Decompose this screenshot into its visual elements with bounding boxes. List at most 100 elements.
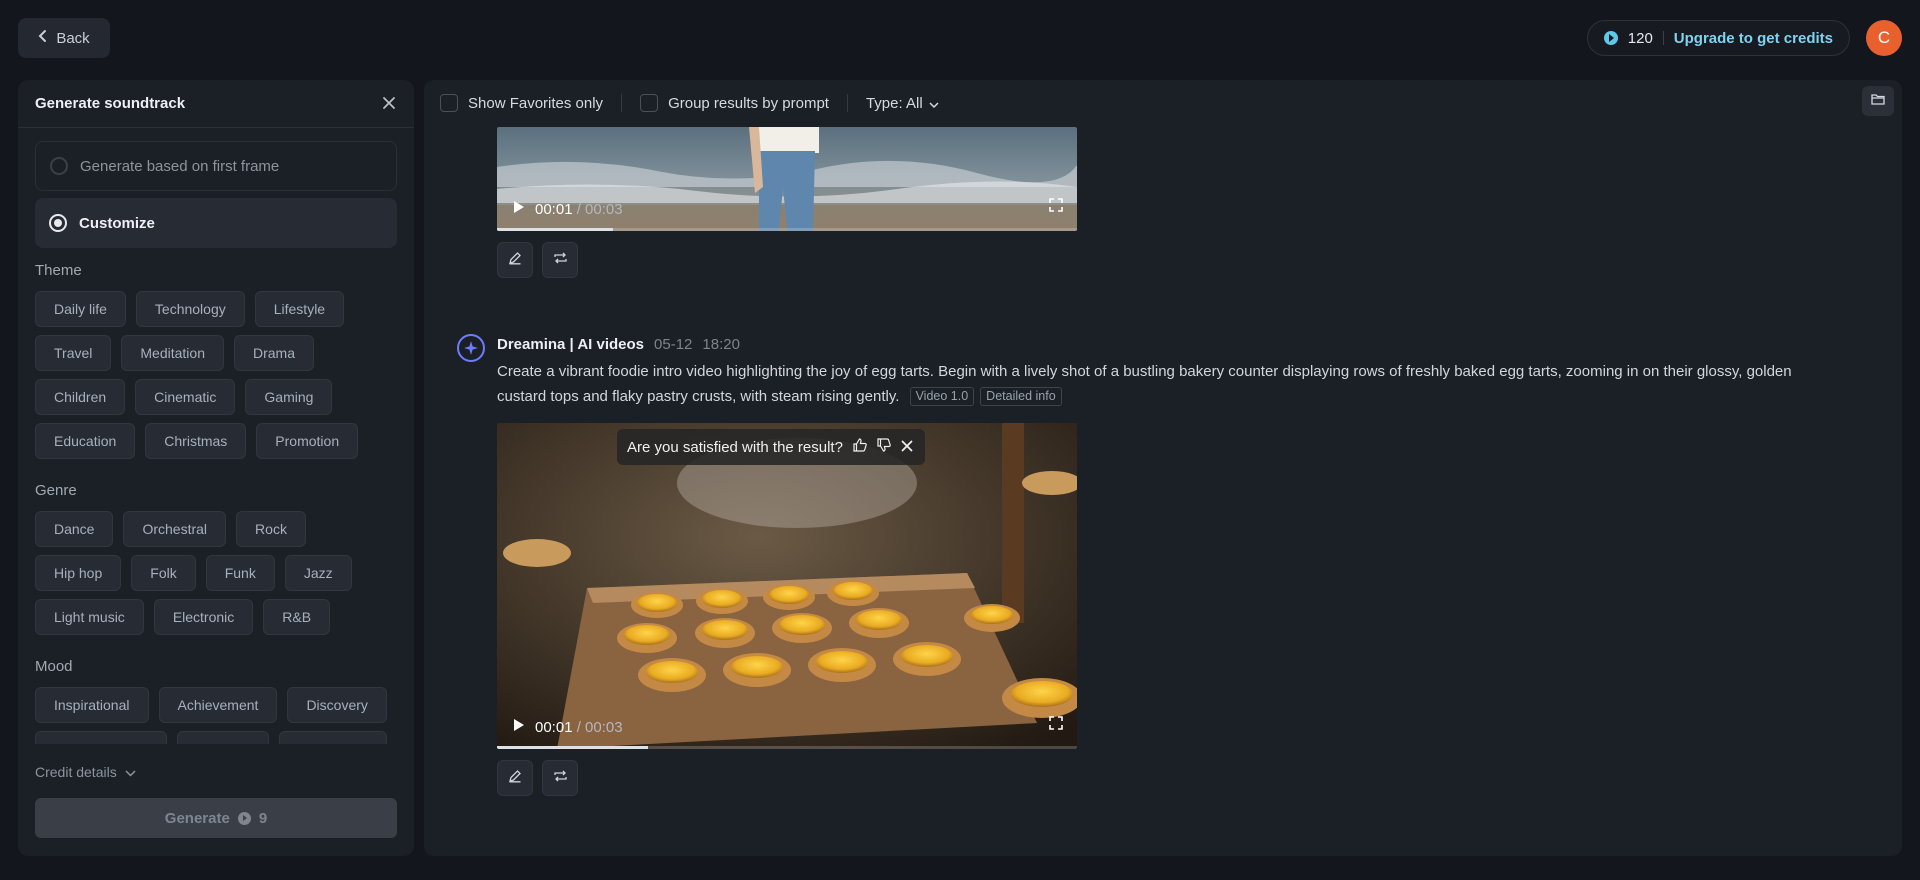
chevron-down-icon xyxy=(125,764,136,780)
chip-discovery[interactable]: Discovery xyxy=(287,687,387,723)
sparkle-icon xyxy=(464,341,478,355)
checkbox[interactable] xyxy=(440,94,458,112)
theme-label: Theme xyxy=(35,262,82,279)
play-icon[interactable] xyxy=(513,200,525,218)
video-progress-bar[interactable] xyxy=(497,746,1077,749)
mood-chips-row: Inspirational Achievement Discovery xyxy=(35,687,387,723)
feedback-question: Are you satisfied with the result? xyxy=(627,438,843,456)
option-first-frame[interactable]: Generate based on first frame xyxy=(35,141,397,191)
panel-header: Generate soundtrack xyxy=(18,80,414,128)
chip-children[interactable]: Children xyxy=(35,379,126,415)
chip-funk[interactable]: Funk xyxy=(205,555,275,591)
credits-pill[interactable]: 120 Upgrade to get credits xyxy=(1586,20,1850,56)
group-label: Group results by prompt xyxy=(668,94,829,112)
time-total: / 00:03 xyxy=(576,718,623,736)
thumbs-up-icon[interactable] xyxy=(853,438,867,456)
edit-button[interactable] xyxy=(497,242,533,278)
chip-technology[interactable]: Technology xyxy=(135,291,245,327)
theme-chips-row: Travel Meditation Drama xyxy=(35,335,314,371)
theme-chips-row: Children Cinematic Gaming xyxy=(35,379,333,415)
chip-electronic[interactable]: Electronic xyxy=(153,599,254,635)
chip-folk[interactable]: Folk xyxy=(131,555,196,591)
message-time: 18:20 xyxy=(702,336,740,353)
message-header: Dreamina | AI videos 05-12 18:20 xyxy=(497,336,740,353)
video-progress-fill xyxy=(497,746,648,749)
checkbox[interactable] xyxy=(640,94,659,112)
radio-button[interactable] xyxy=(50,157,68,175)
divider xyxy=(846,94,848,112)
credit-details-label: Credit details xyxy=(35,764,117,780)
favorites-label: Show Favorites only xyxy=(468,94,604,112)
close-icon[interactable] xyxy=(901,439,913,456)
genre-chips-row: Dance Orchestral Rock xyxy=(35,511,306,547)
chip-daily-life[interactable]: Daily life xyxy=(35,291,126,327)
time-current: 00:01 xyxy=(535,200,573,218)
folder-button[interactable] xyxy=(1862,86,1894,116)
credit-icon xyxy=(237,811,251,825)
fullscreen-icon[interactable] xyxy=(1049,198,1063,217)
results-panel: Show Favorites only Group results by pro… xyxy=(424,80,1902,856)
detailed-info-tag[interactable]: Detailed info xyxy=(980,387,1062,406)
video-player[interactable]: 00:01 / 00:03 xyxy=(497,127,1077,231)
mood-label: Mood xyxy=(35,658,73,675)
regenerate-button[interactable] xyxy=(542,242,578,278)
chevron-down-icon xyxy=(929,95,939,112)
fullscreen-icon[interactable] xyxy=(1049,716,1063,735)
chip-lifestyle[interactable]: Lifestyle xyxy=(254,291,345,327)
pencil-icon xyxy=(508,769,522,788)
chip-drama[interactable]: Drama xyxy=(233,335,314,371)
video-player[interactable]: Are you satisfied with the result? 00:01… xyxy=(497,423,1077,749)
time-total: / 00:03 xyxy=(576,200,623,218)
chip-gaming[interactable]: Gaming xyxy=(245,379,333,415)
chip-rock[interactable]: Rock xyxy=(236,511,306,547)
chip-travel[interactable]: Travel xyxy=(35,335,112,371)
close-icon[interactable] xyxy=(382,94,396,114)
group-filter[interactable]: Group results by prompt xyxy=(640,94,829,112)
generate-button[interactable]: Generate 9 xyxy=(35,798,397,838)
theme-chips-row: Daily life Technology Lifestyle xyxy=(35,291,345,327)
favorites-filter[interactable]: Show Favorites only xyxy=(440,94,603,112)
chip-promotion[interactable]: Promotion xyxy=(256,423,359,459)
back-label: Back xyxy=(56,29,90,47)
video-progress-bar[interactable] xyxy=(497,228,1077,231)
prompt-text: Create a vibrant foodie intro video high… xyxy=(497,363,1792,405)
soundtrack-panel: Generate soundtrack Generate based on fi… xyxy=(18,80,414,856)
prompt-text-block: Create a vibrant foodie intro video high… xyxy=(497,359,1837,409)
option-customize[interactable]: Customize xyxy=(35,198,397,248)
theme-chips-row: Education Christmas Promotion xyxy=(35,423,359,459)
chip-rnb[interactable]: R&B xyxy=(263,599,331,635)
chip-dance[interactable]: Dance xyxy=(35,511,114,547)
edit-button[interactable] xyxy=(497,760,533,796)
regenerate-button[interactable] xyxy=(542,760,578,796)
play-icon[interactable] xyxy=(513,718,525,736)
type-dropdown[interactable]: Type: All xyxy=(866,95,939,112)
dreamina-avatar xyxy=(457,334,485,362)
message-date: 05-12 xyxy=(654,336,693,353)
thumbs-down-icon[interactable] xyxy=(877,438,891,456)
video-thumbnail xyxy=(497,423,1077,749)
divider xyxy=(1662,31,1664,45)
genre-chips-row: Light music Electronic R&B xyxy=(35,599,331,635)
model-tag[interactable]: Video 1.0 xyxy=(909,387,975,406)
upgrade-link[interactable]: Upgrade to get credits xyxy=(1674,30,1833,47)
chip-light-music[interactable]: Light music xyxy=(35,599,144,635)
filter-bar: Show Favorites only Group results by pro… xyxy=(424,80,1902,126)
chip-meditation[interactable]: Meditation xyxy=(121,335,224,371)
user-avatar[interactable]: C xyxy=(1866,20,1902,56)
chip-education[interactable]: Education xyxy=(35,423,136,459)
chip-jazz[interactable]: Jazz xyxy=(284,555,352,591)
credit-count: 120 xyxy=(1627,29,1653,47)
credit-details-toggle[interactable]: Credit details xyxy=(35,764,136,780)
radio-button-checked[interactable] xyxy=(49,214,67,232)
pencil-icon xyxy=(508,251,522,270)
chip-hip-hop[interactable]: Hip hop xyxy=(35,555,122,591)
chip-inspirational[interactable]: Inspirational xyxy=(35,687,149,723)
back-button[interactable]: Back xyxy=(18,18,110,58)
generate-label: Generate xyxy=(164,809,230,827)
panel-title: Generate soundtrack xyxy=(35,95,186,112)
chip-achievement[interactable]: Achievement xyxy=(158,687,278,723)
chip-cinematic[interactable]: Cinematic xyxy=(135,379,236,415)
chip-orchestral[interactable]: Orchestral xyxy=(123,511,227,547)
feedback-prompt: Are you satisfied with the result? xyxy=(617,429,925,465)
chip-christmas[interactable]: Christmas xyxy=(145,423,247,459)
